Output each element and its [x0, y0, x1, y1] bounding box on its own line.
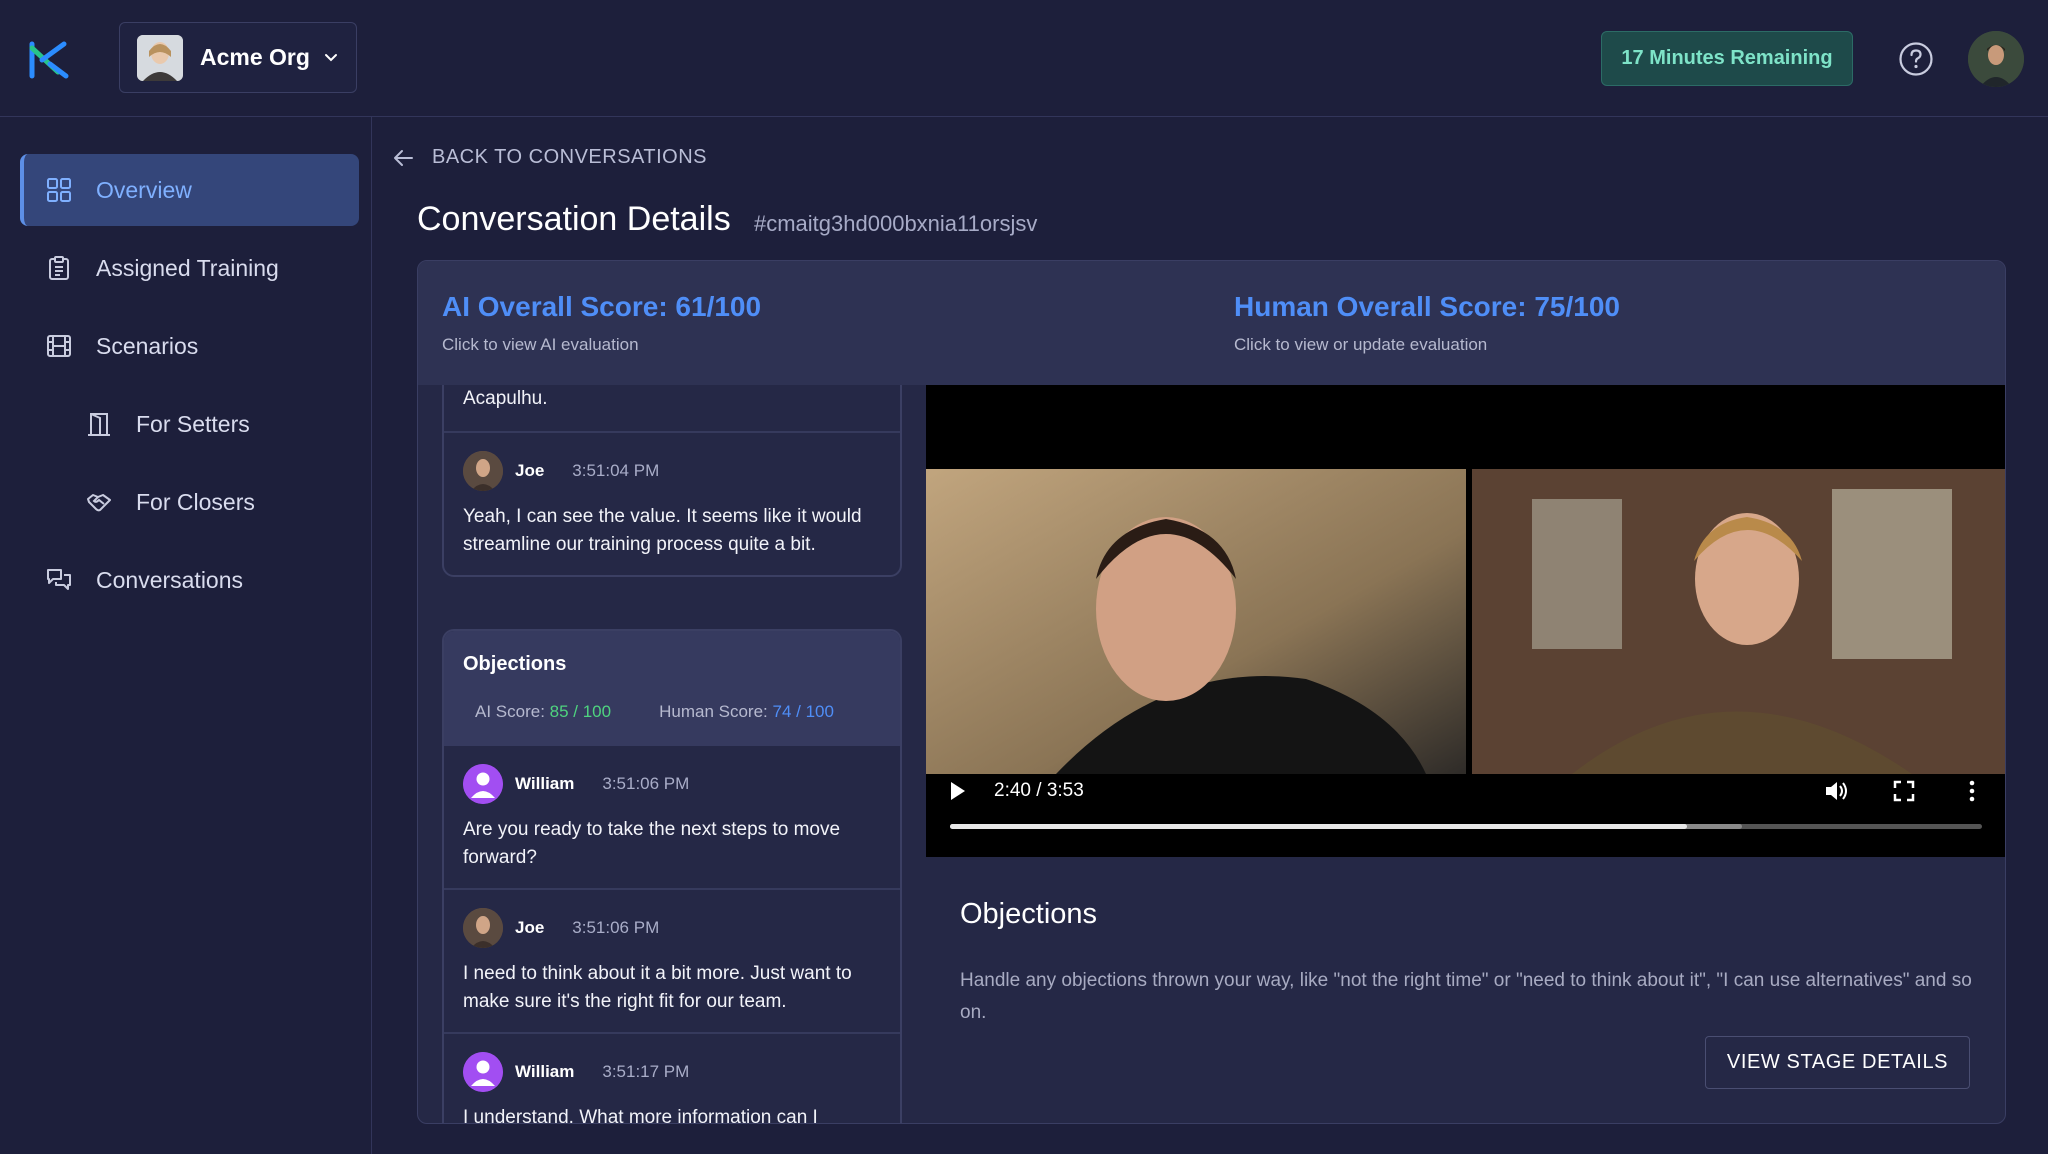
- stage-description-text: Handle any objections thrown your way, l…: [960, 970, 1972, 1023]
- sidebar-item-conversations[interactable]: Conversations: [20, 544, 359, 616]
- stage-description-title: Objections: [960, 898, 1098, 930]
- sidebar-item-label: Assigned Training: [96, 254, 279, 281]
- conversation-id: #cmaitg3hd000bxnia11orsjsv: [754, 211, 1038, 236]
- grid-icon: [47, 178, 71, 202]
- sidebar-item-overview[interactable]: Overview: [20, 154, 359, 226]
- message-text: I understand. What more information can …: [463, 1107, 818, 1124]
- sidebar-item-label: Scenarios: [96, 332, 199, 359]
- avatar: [463, 908, 503, 948]
- video-played-bar: [950, 824, 1688, 829]
- message-author: Joe: [515, 461, 545, 480]
- door-icon: [88, 413, 110, 436]
- video-participant-right: [1472, 469, 2005, 774]
- list-item: William 3:51:17 PM I understand. What mo…: [444, 1032, 900, 1124]
- sidebar-item-for-setters[interactable]: For Setters: [20, 388, 359, 460]
- ai-score-summary[interactable]: AI Overall Score: 61/100 Click to view A…: [442, 291, 761, 355]
- video-progress-bar[interactable]: [950, 824, 1982, 829]
- avatar: [463, 451, 503, 491]
- fullscreen-icon[interactable]: [1891, 778, 1917, 804]
- stage-title: Objections: [463, 653, 567, 675]
- chat-bubbles-icon: [47, 569, 71, 590]
- scores-bar: AI Overall Score: 61/100 Click to view A…: [418, 261, 2005, 385]
- help-icon[interactable]: [1898, 41, 1934, 77]
- avatar: [463, 764, 503, 804]
- stage-header[interactable]: Objections AI Score: 85 / 100 Human Scor…: [444, 631, 900, 746]
- back-link-label: BACK TO CONVERSATIONS: [432, 146, 708, 168]
- org-name: Acme Org: [200, 44, 310, 70]
- view-stage-details-button[interactable]: VIEW STAGE DETAILS: [1705, 1036, 1970, 1089]
- avatar: [463, 1052, 503, 1092]
- arrow-left-icon: [394, 149, 413, 166]
- list-item: Joe 3:51:06 PM I need to think about it …: [444, 888, 900, 1032]
- sidebar-item-label: Overview: [96, 176, 192, 203]
- human-score-title: Human Overall Score: 75/100: [1234, 291, 1620, 322]
- message-text: Acapulhu.: [463, 388, 548, 409]
- film-icon: [47, 335, 71, 357]
- more-options-icon[interactable]: [1959, 778, 1985, 804]
- stage-human-score: Human Score: 74 / 100: [659, 702, 834, 721]
- human-score-subtitle: Click to view or update evaluation: [1234, 335, 1488, 354]
- list-item: Acapulhu.: [444, 385, 900, 431]
- message-time: 3:51:06 PM: [572, 918, 660, 937]
- video-time: 2:40 / 3:53: [994, 780, 1084, 801]
- play-icon[interactable]: [944, 778, 970, 804]
- message-author: Joe: [515, 918, 545, 937]
- clipboard-icon: [49, 256, 69, 280]
- stage-description: Objections Handle any objections thrown …: [960, 898, 1980, 1029]
- ai-score-subtitle: Click to view AI evaluation: [442, 335, 639, 354]
- sidebar: Overview Assigned Training Scenarios For…: [0, 117, 372, 1154]
- transcript-card: Acapulhu. Joe 3:51:04 PM Yeah, I can see…: [442, 385, 902, 577]
- message-text: I need to think about it a bit more. Jus…: [463, 963, 852, 1012]
- app-logo-icon[interactable]: [28, 38, 70, 80]
- human-score-summary[interactable]: Human Overall Score: 75/100 Click to vie…: [1234, 291, 1620, 355]
- sidebar-item-assigned-training[interactable]: Assigned Training: [20, 232, 359, 304]
- minutes-remaining-badge[interactable]: 17 Minutes Remaining: [1601, 31, 1853, 86]
- sidebar-item-for-closers[interactable]: For Closers: [20, 466, 359, 538]
- sidebar-item-label: Conversations: [96, 566, 244, 593]
- video-participant-left: [926, 469, 1466, 774]
- list-item: William 3:51:06 PM Are you ready to take…: [444, 746, 900, 888]
- message-author: William: [515, 774, 575, 793]
- message-time: 3:51:06 PM: [602, 774, 690, 793]
- sidebar-item-label: For Setters: [136, 410, 250, 437]
- video-player[interactable]: 2:40 / 3:53: [926, 385, 2005, 857]
- volume-icon[interactable]: [1823, 778, 1849, 804]
- chevron-down-icon: [324, 53, 337, 61]
- sidebar-item-scenarios[interactable]: Scenarios: [20, 310, 359, 382]
- message-text: Are you ready to take the next steps to …: [463, 819, 841, 868]
- message-time: 3:51:04 PM: [572, 461, 660, 480]
- org-switcher[interactable]: Acme Org: [119, 22, 357, 93]
- conversation-panel: AI Overall Score: 61/100 Click to view A…: [417, 260, 2006, 1124]
- message-text: Yeah, I can see the value. It seems like…: [463, 506, 862, 555]
- list-item: Joe 3:51:04 PM Yeah, I can see the value…: [444, 431, 900, 575]
- org-avatar: [137, 34, 183, 81]
- user-avatar[interactable]: [1968, 31, 2024, 87]
- ai-score-title: AI Overall Score: 61/100: [442, 291, 762, 322]
- video-controls: 2:40 / 3:53: [926, 774, 2005, 857]
- sidebar-item-label: For Closers: [136, 488, 255, 515]
- page-title: Conversation Details: [417, 200, 731, 238]
- transcript-column[interactable]: Acapulhu. Joe 3:51:04 PM Yeah, I can see…: [442, 385, 902, 1124]
- message-author: William: [515, 1062, 575, 1081]
- stage-card: Objections AI Score: 85 / 100 Human Scor…: [442, 629, 902, 1124]
- handshake-icon: [87, 494, 111, 512]
- message-time: 3:51:17 PM: [602, 1062, 690, 1081]
- stage-ai-score: AI Score: 85 / 100: [475, 702, 612, 721]
- back-to-conversations-link[interactable]: BACK TO CONVERSATIONS: [392, 146, 707, 169]
- top-bar: Acme Org 17 Minutes Remaining: [0, 0, 2048, 117]
